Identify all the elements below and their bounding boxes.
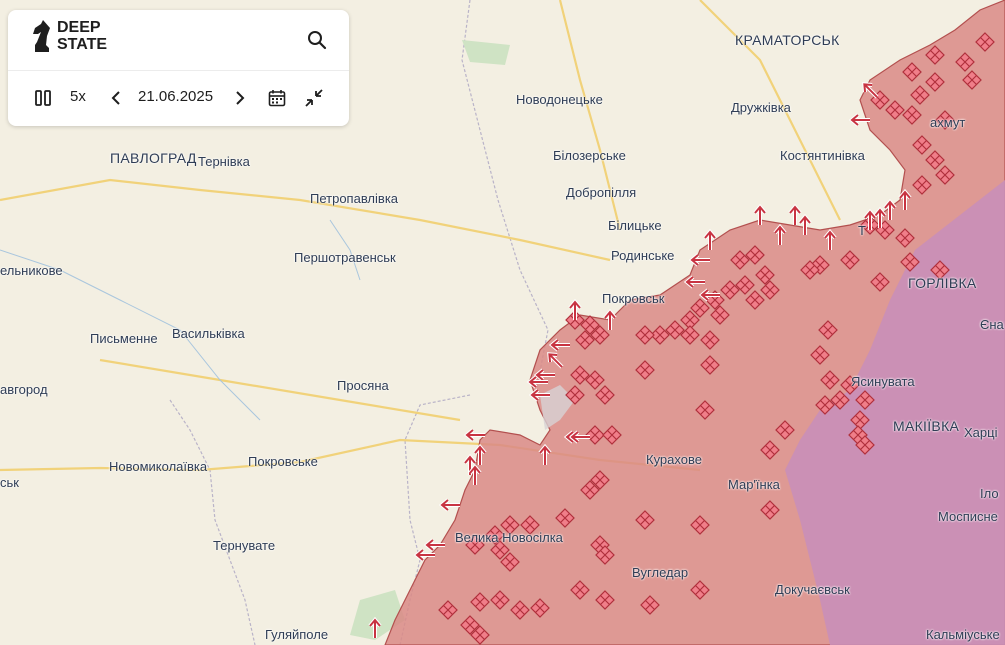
label-marinka: Мар'їнка bbox=[728, 477, 780, 492]
label-yasynuvata: Ясинувата bbox=[851, 374, 915, 389]
label-vuhledar: Вугледар bbox=[632, 565, 689, 580]
label-makiivka: МАКІЇВКА bbox=[893, 418, 960, 434]
label-pershotravensk: Першотравенськ bbox=[294, 250, 396, 265]
label-pysmenne: Письменне bbox=[90, 331, 158, 346]
brand-line-2: STATE bbox=[57, 36, 108, 53]
label-pavlohrad: ПАВЛОГРАД bbox=[110, 150, 197, 166]
calendar-icon bbox=[268, 90, 286, 107]
label-novohrad: авгород bbox=[0, 382, 48, 397]
label-bilozerske: Білозерське bbox=[553, 148, 626, 163]
label-novodonetske: Новодонецьке bbox=[516, 92, 603, 107]
label-kostiantynivka: Костянтинівка bbox=[780, 148, 865, 163]
label-ilovaisk: Іло bbox=[980, 486, 999, 501]
label-yenakiieve: Єна bbox=[980, 317, 1004, 332]
label-pokrovsk: Покровськ bbox=[602, 291, 665, 306]
label-rodynske: Родинське bbox=[611, 248, 675, 263]
label-ternuvate: Тернувате bbox=[213, 538, 276, 553]
label-novomykolaivka: Новомиколаївка bbox=[109, 459, 208, 474]
search-button[interactable] bbox=[305, 28, 329, 52]
label-petropavlivka: Петропавлівка bbox=[310, 191, 399, 206]
brand-line-1: DEEP bbox=[57, 19, 101, 36]
label-khartsyzk: Харці bbox=[964, 425, 998, 440]
label-kalmiuske: Кальміуське bbox=[926, 627, 1000, 642]
label-druzhkivka: Дружківка bbox=[731, 100, 791, 115]
collapse-icon bbox=[305, 89, 323, 107]
search-icon bbox=[308, 31, 327, 50]
label-dobropillia: Добропілля bbox=[566, 185, 637, 200]
pause-icon bbox=[35, 90, 51, 106]
brand-name: DEEP STATE bbox=[57, 19, 127, 53]
label-velykanovosilka: Велика Новосілка bbox=[455, 530, 563, 545]
label-dokuchaievsk: Докучаєвськ bbox=[775, 582, 850, 597]
previous-date-button[interactable] bbox=[108, 88, 124, 108]
label-t: Т bbox=[858, 223, 866, 238]
label-horlivka: ГОРЛІВКА bbox=[908, 275, 977, 291]
label-ske: ськ bbox=[0, 475, 19, 490]
label-mospyne: Мосписне bbox=[938, 509, 998, 524]
pause-button[interactable] bbox=[32, 88, 54, 108]
label-pokrovske: Покровське bbox=[248, 454, 318, 469]
deepstate-logo[interactable]: DEEP STATE bbox=[29, 18, 127, 54]
calendar-button[interactable] bbox=[266, 87, 288, 109]
label-melnykove: ельникове bbox=[0, 263, 63, 278]
label-kurakhove: Курахове bbox=[646, 452, 702, 467]
chevron-right-icon bbox=[236, 91, 245, 105]
chess-knight-icon bbox=[33, 20, 50, 52]
label-huliaipole: Гуляйполе bbox=[265, 627, 329, 642]
next-date-button[interactable] bbox=[232, 88, 248, 108]
current-date[interactable]: 21.06.2025 bbox=[138, 88, 213, 105]
label-bakhmut-fragment: ахмут bbox=[930, 115, 966, 130]
label-kramatorsk: КРАМАТОРСЬК bbox=[735, 32, 840, 48]
label-bilytske: Білицьке bbox=[608, 218, 662, 233]
label-ternivka: Тернівка bbox=[198, 154, 250, 169]
playback-speed[interactable]: 5x bbox=[70, 88, 86, 105]
collapse-button[interactable] bbox=[302, 86, 326, 110]
control-panel: DEEP STATE 5x 21.06.2025 bbox=[8, 10, 349, 126]
panel-divider bbox=[8, 70, 349, 71]
label-prosiana: Просяна bbox=[337, 378, 389, 393]
label-vasylkivka: Васильківка bbox=[172, 326, 245, 341]
chevron-left-icon bbox=[111, 91, 120, 105]
